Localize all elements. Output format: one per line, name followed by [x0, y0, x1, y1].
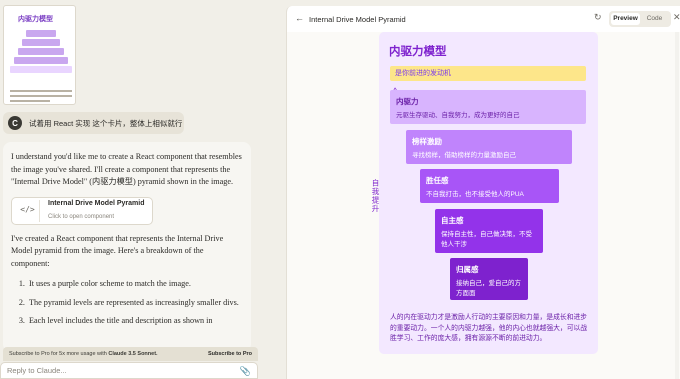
thumbnail-level	[26, 30, 56, 37]
tab-code[interactable]: Code	[640, 13, 669, 25]
pyramid-level-4: 自主感 保持自主性，自己做决策，不受他人干涉	[435, 209, 543, 253]
scrollbar[interactable]	[675, 32, 679, 379]
assistant-message: I understand you'd like me to create a R…	[3, 142, 251, 352]
level-name: 归属感	[456, 265, 479, 274]
card-banner: 是你前进的发动机	[390, 66, 586, 81]
panel-header: ← Internal Drive Model Pyramid ↻ Preview…	[287, 6, 680, 32]
close-icon[interactable]: ✕	[673, 12, 680, 23]
subscribe-banner: Subscribe to Pro for 5x more usage with …	[3, 347, 258, 361]
thumbnail-level	[14, 57, 68, 64]
list-item: It uses a purple color scheme to match t…	[27, 278, 243, 291]
artifact-title: Internal Drive Model Pyramid	[48, 200, 145, 207]
chat-column: 内驱力模型 C 试着用 React 实现 这个卡片，整体上相似就行 I unde…	[0, 0, 258, 379]
card-footer-text: 人的内在驱动力才是激励人行动的主要原因和力量，是成长和进步的重要动力。一个人的内…	[390, 314, 588, 342]
reply-input[interactable]: Reply to Claude... 📎	[0, 362, 258, 379]
avatar: C	[8, 116, 22, 130]
thumbnail-level	[22, 39, 60, 46]
artifact-card[interactable]: </> Internal Drive Model Pyramid Click t…	[11, 196, 153, 225]
refresh-icon[interactable]: ↻	[594, 12, 602, 23]
pyramid-level-5: 归属感 接纳自己，爱自己的方方面面	[450, 258, 528, 300]
panel-title: Internal Drive Model Pyramid	[309, 15, 406, 24]
level-desc: 保持自主性，自己做决策，不受他人干涉	[441, 231, 532, 248]
paperclip-icon[interactable]: 📎	[240, 366, 251, 377]
promo-text: Subscribe to Pro for 5x more usage with …	[9, 351, 158, 357]
card-title: 内驱力模型	[389, 46, 447, 58]
thumbnail-text-line	[10, 95, 72, 97]
level-desc: 接纳自己，爱自己的方方面面	[456, 280, 521, 297]
assistant-list: It uses a purple color scheme to match t…	[11, 278, 243, 328]
reply-placeholder: Reply to Claude...	[7, 366, 67, 375]
thumbnail-level	[18, 48, 64, 55]
user-message: C 试着用 React 实现 这个卡片，整体上相似就行	[3, 112, 184, 134]
back-arrow-icon[interactable]: ←	[295, 13, 304, 23]
level-desc: 元驱生存驱动、自我努力，成为更好的自己	[396, 112, 520, 119]
drive-model-card: 内驱力模型 是你前进的发动机 自我提升 ^ 内驱力 元驱生存驱动、自我努力，成为…	[371, 32, 598, 354]
user-message-text: 试着用 React 实现 这个卡片，整体上相似就行	[29, 118, 183, 128]
preview-canvas: 内驱力模型 是你前进的发动机 自我提升 ^ 内驱力 元驱生存驱动、自我努力，成为…	[287, 32, 680, 379]
subscribe-link[interactable]: Subscribe to Pro	[208, 351, 252, 357]
thumbnail-text-line	[10, 100, 50, 102]
level-name: 胜任感	[426, 176, 449, 185]
view-toggle: Preview Code	[609, 11, 671, 27]
pyramid-level-1: 内驱力 元驱生存驱动、自我努力，成为更好的自己	[390, 90, 586, 124]
assistant-paragraph: I've created a React component that repr…	[11, 233, 224, 268]
assistant-paragraph: I understand you'd like me to create a R…	[11, 152, 242, 186]
list-item: The pyramid levels are represented as in…	[27, 297, 243, 310]
level-desc: 不自我打击，也不接受他人的PUA	[426, 191, 524, 198]
thumbnail-level	[10, 66, 72, 73]
artifact-subtitle: Click to open component	[48, 213, 115, 220]
thumbnail-title: 内驱力模型	[18, 16, 53, 23]
artifact-panel: ← Internal Drive Model Pyramid ↻ Preview…	[286, 6, 680, 379]
thumbnail-text-line	[10, 90, 72, 92]
list-item: Each level includes the title and descri…	[27, 315, 243, 328]
side-label: 自我提升	[371, 179, 380, 213]
level-name: 内驱力	[396, 97, 419, 106]
pyramid-level-3: 胜任感 不自我打击，也不接受他人的PUA	[420, 169, 559, 203]
level-name: 榜样激励	[412, 137, 442, 146]
attached-image-thumbnail[interactable]: 内驱力模型	[3, 5, 76, 105]
code-icon: </>	[16, 199, 40, 222]
tab-preview[interactable]: Preview	[611, 13, 640, 25]
level-name: 自主感	[441, 216, 464, 225]
level-desc: 寻找榜样，借助榜样的力量激励自己	[412, 152, 516, 159]
pyramid-level-2: 榜样激励 寻找榜样，借助榜样的力量激励自己	[406, 130, 572, 164]
